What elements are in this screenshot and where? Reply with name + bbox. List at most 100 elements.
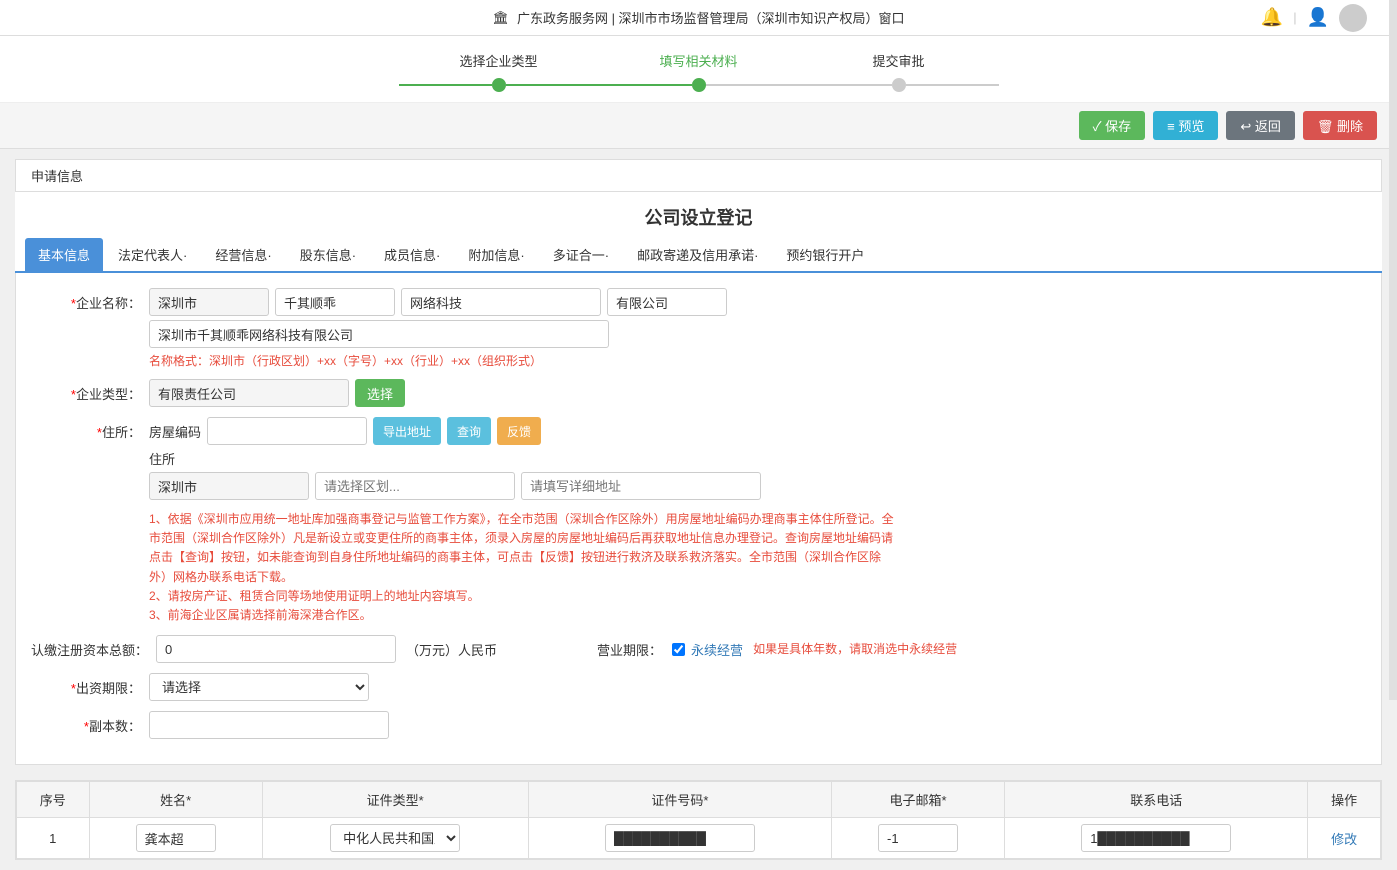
tab-bank[interactable]: 预约银行开户 xyxy=(773,238,877,271)
data-table-section: 序号 姓名* 证件类型* 证件号码* 电子邮箱* 联系电话 操作 1 xyxy=(15,780,1382,860)
step-3: 提交审批 xyxy=(799,51,999,92)
col-phone: 联系电话 xyxy=(1005,782,1308,818)
company-name-controls: 名称格式：深圳市（行政区划）+xx（字号）+xx（行业）+xx（组织形式） xyxy=(149,288,1366,369)
col-action: 操作 xyxy=(1308,782,1381,818)
company-type-row: *企业类型： 选择 xyxy=(31,379,1366,407)
copies-label: *副本数： xyxy=(31,711,141,735)
form-section: *企业名称： 名称格式：深圳市（行政区划）+xx（字号）+xx（行业）+xx（组… xyxy=(15,273,1382,765)
company-type-controls: 选择 xyxy=(149,379,1366,407)
edit-button[interactable]: 修改 xyxy=(1331,829,1357,848)
capital-controls: （万元）人民币 营业期限： 永续经营 如果是具体年数，请取消选中永续经营 xyxy=(156,635,1366,663)
form-title: 公司设立登记 xyxy=(15,192,1382,238)
step-1-left-line xyxy=(399,84,492,86)
tab-shareholders[interactable]: 股东信息· xyxy=(287,238,369,271)
business-period-label: 营业期限： xyxy=(597,640,662,659)
address-controls: 房屋编码 导出地址 查询 反馈 住所 1、依据《深圳市应用统一地址库 xyxy=(149,417,1366,625)
persons-table: 序号 姓名* 证件类型* 证件号码* 电子邮箱* 联系电话 操作 1 xyxy=(16,781,1381,859)
tab-bar: 基本信息 法定代表人· 经营信息· 股东信息· 成员信息· 附加信息· 多证合一… xyxy=(15,238,1382,273)
step-1-label: 选择企业类型 xyxy=(459,51,537,70)
step-2-label: 填写相关材料 xyxy=(659,51,737,70)
delete-button[interactable]: 🗑 删除 xyxy=(1303,111,1377,140)
table-row: 1 中化人民共和国居民 xyxy=(17,818,1381,859)
capital-unit: （万元）人民币 xyxy=(406,640,497,659)
district-select[interactable] xyxy=(315,472,515,500)
name-format-hint: 名称格式：深圳市（行政区划）+xx（字号）+xx（行业）+xx（组织形式） xyxy=(149,352,1366,369)
col-seq: 序号 xyxy=(17,782,90,818)
steps-bar: 选择企业类型 填写相关材料 提交审批 xyxy=(0,36,1397,103)
cell-action: 修改 xyxy=(1308,818,1381,859)
company-city-input[interactable] xyxy=(149,288,269,316)
perpetual-hint: 如果是具体年数，请取消选中永续经营 xyxy=(753,640,957,659)
step-2-dot xyxy=(692,78,706,92)
phone-input[interactable] xyxy=(1081,824,1231,852)
cell-name xyxy=(89,818,262,859)
address-row: *住所： 房屋编码 导出地址 查询 反馈 住所 xyxy=(31,417,1366,625)
step-3-label: 提交审批 xyxy=(872,51,924,70)
contribution-period-label: *出资期限： xyxy=(31,673,141,697)
copies-row: *副本数： xyxy=(31,711,1366,739)
perpetual-checkbox[interactable] xyxy=(672,643,685,656)
address-line-label: 住所 xyxy=(149,449,175,468)
copies-input[interactable] xyxy=(149,711,389,739)
preview-button[interactable]: ≡ 预览 xyxy=(1153,111,1218,140)
person-name-input[interactable] xyxy=(136,824,216,852)
col-id-number: 证件号码* xyxy=(528,782,831,818)
section-header: 申请信息 xyxy=(15,159,1382,192)
city-input[interactable] xyxy=(149,472,309,500)
tab-multi-cert[interactable]: 多证合一· xyxy=(540,238,622,271)
step-2-left-line xyxy=(599,84,692,86)
step-1: 选择企业类型 xyxy=(399,51,599,92)
back-button[interactable]: ↩ 返回 xyxy=(1226,111,1295,140)
cell-id-type: 中化人民共和国居民 xyxy=(262,818,528,859)
export-address-button[interactable]: 导出地址 xyxy=(373,417,441,445)
id-type-select[interactable]: 中化人民共和国居民 xyxy=(330,824,460,852)
house-code-label: 房屋编码 xyxy=(149,422,201,441)
address-notes: 1、依据《深圳市应用统一地址库加强商事登记与监管工作方案》，在全市范围（深圳合作… xyxy=(149,510,899,625)
query-button[interactable]: 查询 xyxy=(447,417,491,445)
section-title: 申请信息 xyxy=(31,169,83,184)
select-type-button[interactable]: 选择 xyxy=(355,379,405,407)
company-short-name-input[interactable] xyxy=(275,288,395,316)
content-area: 申请信息 公司设立登记 基本信息 法定代表人· 经营信息· 股东信息· 成员信息… xyxy=(0,149,1397,870)
separator: | xyxy=(1293,10,1296,25)
tab-postal[interactable]: 邮政寄递及信用承诺· xyxy=(624,238,771,271)
copies-controls xyxy=(149,711,1366,739)
tab-basic-info[interactable]: 基本信息 xyxy=(25,238,103,271)
company-name-label: *企业名称： xyxy=(31,288,141,312)
tab-members[interactable]: 成员信息· xyxy=(371,238,453,271)
notification-icon[interactable]: 🔔 xyxy=(1261,7,1283,28)
user-avatar[interactable] xyxy=(1339,4,1367,32)
tab-additional[interactable]: 附加信息· xyxy=(455,238,537,271)
header-title: 广东政务服务网 | 深圳市市场监督管理局（深圳市知识产权局）窗口 xyxy=(517,8,905,27)
capital-row: 认缴注册资本总额： （万元）人民币 营业期限： 永续经营 如果是具体年数，请取消… xyxy=(31,635,1366,663)
feedback-button[interactable]: 反馈 xyxy=(497,417,541,445)
save-button[interactable]: ✓ 保存 xyxy=(1079,111,1146,140)
capital-label: 认缴注册资本总额： xyxy=(31,635,148,659)
house-code-input[interactable] xyxy=(207,417,367,445)
id-number-input[interactable] xyxy=(605,824,755,852)
company-type-input[interactable] xyxy=(149,379,349,407)
step-2: 填写相关材料 xyxy=(599,51,799,92)
contribution-period-select[interactable]: 请选择 xyxy=(149,673,369,701)
step-3-dot xyxy=(892,78,906,92)
detail-address-input[interactable] xyxy=(521,472,761,500)
company-industry-input[interactable] xyxy=(401,288,601,316)
cell-email xyxy=(832,818,1005,859)
email-input[interactable] xyxy=(878,824,958,852)
col-email: 电子邮箱* xyxy=(832,782,1005,818)
step-1-dot xyxy=(492,78,506,92)
step-3-left-line xyxy=(799,84,892,86)
scrollbar[interactable] xyxy=(1389,0,1397,700)
company-name-row: *企业名称： 名称格式：深圳市（行政区划）+xx（字号）+xx（行业）+xx（组… xyxy=(31,288,1366,369)
cell-seq: 1 xyxy=(17,818,90,859)
company-form-input[interactable] xyxy=(607,288,727,316)
user-icon[interactable]: 👤 xyxy=(1307,7,1329,28)
company-type-label: *企业类型： xyxy=(31,379,141,403)
address-label: *住所： xyxy=(31,417,141,441)
toolbar: ✓ 保存 ≡ 预览 ↩ 返回 🗑 删除 xyxy=(0,103,1397,149)
tab-legal-rep[interactable]: 法定代表人· xyxy=(105,238,200,271)
company-full-name-input[interactable] xyxy=(149,320,609,348)
step-1-right-line xyxy=(506,84,599,86)
capital-input[interactable] xyxy=(156,635,396,663)
tab-business-info[interactable]: 经营信息· xyxy=(202,238,284,271)
